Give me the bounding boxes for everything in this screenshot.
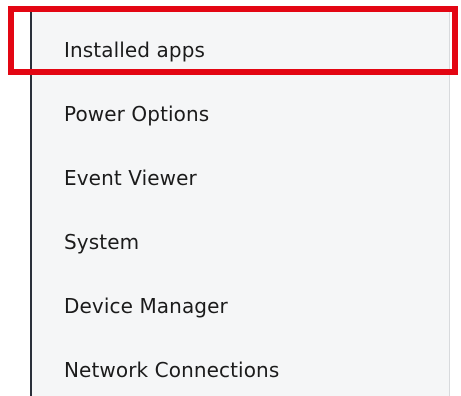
screenshot-stage: Installed apps Power Options Event Viewe… [0, 0, 461, 396]
menu-item-network-connections[interactable]: Network Connections [32, 341, 449, 396]
menu-item-device-manager[interactable]: Device Manager [32, 277, 449, 335]
menu-item-power-options[interactable]: Power Options [32, 85, 449, 143]
menu-item-system[interactable]: System [32, 213, 449, 271]
menu-item-installed-apps[interactable]: Installed apps [32, 21, 449, 79]
context-menu: Installed apps Power Options Event Viewe… [30, 10, 450, 396]
menu-item-event-viewer[interactable]: Event Viewer [32, 149, 449, 207]
